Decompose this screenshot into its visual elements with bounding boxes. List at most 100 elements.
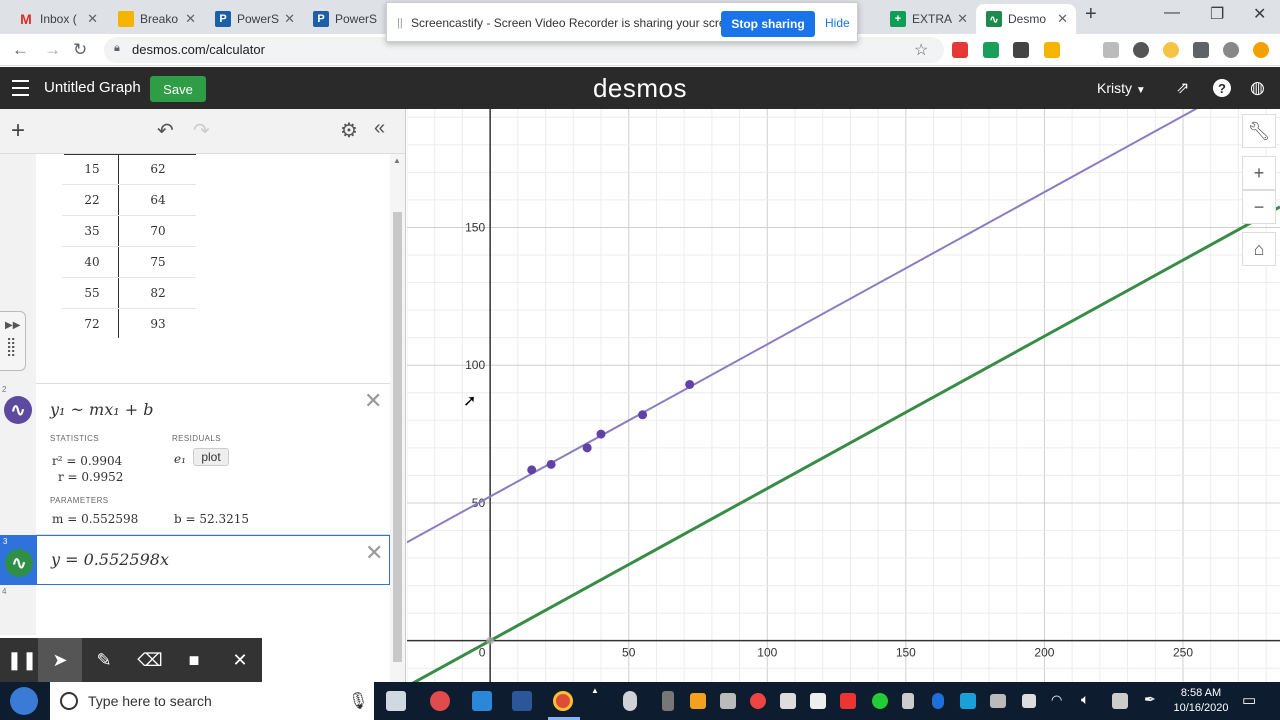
delete-expression-icon[interactable]: ✕	[364, 388, 382, 414]
user-menu[interactable]: Kristy ▼	[1097, 80, 1146, 96]
close-tab-icon[interactable]: ✕	[284, 11, 295, 27]
bluetooth-icon[interactable]	[932, 693, 944, 709]
scroll-up-icon[interactable]: ▲	[393, 156, 401, 165]
extension-icon[interactable]	[983, 42, 999, 58]
tray-app-icon[interactable]	[810, 693, 826, 709]
chevron-up-icon[interactable]: ▲	[591, 686, 599, 695]
tray-app-icon[interactable]	[872, 693, 888, 709]
profile-avatar-icon[interactable]	[1253, 42, 1269, 58]
line-color-icon[interactable]: ∿	[5, 549, 33, 577]
tray-app-icon[interactable]	[1112, 693, 1128, 709]
system-clock[interactable]: 8:58 AM 10/16/2020	[1170, 686, 1232, 716]
task-view-icon[interactable]	[386, 691, 406, 711]
tray-app-icon[interactable]	[690, 693, 706, 709]
table-cell-y[interactable]: 70	[128, 224, 188, 238]
tray-mic-icon[interactable]	[662, 691, 674, 711]
extension-screencastify-icon[interactable]	[952, 42, 968, 58]
extension-grid-icon[interactable]	[1013, 42, 1029, 58]
delete-expression-icon[interactable]: ✕	[365, 540, 383, 566]
browser-tab-desmos[interactable]: ∿ Desmo ✕	[976, 4, 1076, 34]
tray-chrome-icon[interactable]	[750, 693, 766, 709]
reload-icon[interactable]: ↻	[73, 40, 87, 60]
pen-tool-icon[interactable]: ✎	[82, 638, 126, 682]
help-icon[interactable]: ?	[1213, 79, 1231, 97]
drag-handle-icon[interactable]: ||	[397, 17, 403, 29]
table-cell-x[interactable]: 40	[62, 255, 122, 269]
table-cell-y[interactable]: 64	[128, 193, 188, 207]
line-formula-input[interactable]: y = 0.552598x	[51, 550, 169, 569]
keypad-toggle[interactable]: ▶▶ ⠿ ⠿	[0, 311, 26, 371]
close-tab-icon[interactable]: ✕	[87, 11, 98, 27]
people-icon[interactable]	[623, 691, 637, 711]
add-item-icon[interactable]: +	[11, 117, 25, 145]
start-button-icon[interactable]	[10, 687, 38, 715]
volume-icon[interactable]: 🔈︎	[1081, 691, 1089, 708]
forward-icon[interactable]: →	[44, 40, 61, 60]
tray-app-icon[interactable]	[960, 693, 976, 709]
close-tab-icon[interactable]: ✕	[1057, 11, 1068, 27]
tray-app-icon[interactable]	[902, 693, 914, 709]
tray-app-icon[interactable]	[840, 693, 856, 709]
extension-hand-icon[interactable]	[1044, 42, 1060, 58]
taskbar-search-box[interactable]: Type here to search 🎙︎	[50, 682, 374, 720]
tray-app-icon[interactable]	[990, 694, 1006, 708]
expression-scrollbar[interactable]: ▲	[390, 154, 405, 682]
table-cell-x[interactable]: 15	[62, 162, 122, 176]
graph-settings-wrench-icon[interactable]: 🔧︎	[1242, 114, 1276, 148]
extension-icon[interactable]	[1223, 42, 1239, 58]
redo-icon[interactable]: ↷	[193, 118, 210, 143]
table-expression[interactable]: 15 62 22 64 35 70 40 75 55 82 72 93	[0, 154, 390, 384]
collapse-panel-icon[interactable]: «	[374, 117, 385, 140]
undo-icon[interactable]: ↶	[157, 118, 174, 143]
extensions-puzzle-icon[interactable]	[1193, 42, 1209, 58]
table-cell-x[interactable]: 35	[62, 224, 122, 238]
hide-button[interactable]: Hide	[825, 16, 850, 30]
tray-app-icon[interactable]	[1022, 694, 1036, 708]
scrollbar-thumb[interactable]	[393, 212, 402, 662]
minimize-button[interactable]: —	[1164, 4, 1180, 22]
close-toolbar-icon[interactable]: ✕	[218, 638, 262, 682]
close-window-button[interactable]: ✕	[1253, 4, 1266, 24]
maximize-button[interactable]: ❐	[1210, 4, 1224, 24]
table-cell-y[interactable]: 75	[128, 255, 188, 269]
notifications-icon[interactable]: ▭	[1242, 691, 1256, 709]
browser-tab-powerschool-2[interactable]: P PowerS	[303, 4, 387, 34]
pen-workspace-icon[interactable]: ✒	[1144, 691, 1156, 708]
microphone-icon[interactable]: 🎙︎	[348, 691, 368, 711]
home-zoom-icon[interactable]: ⌂	[1242, 232, 1276, 266]
close-tab-icon[interactable]: ✕	[185, 11, 196, 27]
close-tab-icon[interactable]: ✕	[957, 11, 968, 27]
table-cell-y[interactable]: 93	[128, 317, 188, 331]
regression-formula[interactable]: y₁ ~ mx₁ + b	[50, 400, 153, 419]
line-expression[interactable]: 3 ∿ y = 0.552598x ✕	[0, 535, 390, 585]
word-icon[interactable]	[512, 691, 532, 711]
tray-app-icon[interactable]	[720, 693, 736, 709]
globe-icon[interactable]: ◍	[1250, 78, 1265, 98]
regression-expression[interactable]: 2 ∿ y₁ ~ mx₁ + b ✕ STATISTICS r² = 0.990…	[0, 384, 390, 535]
webcam-icon[interactable]: ■	[172, 638, 216, 682]
browser-tab-breakout[interactable]: Breako ✕	[108, 4, 204, 34]
table-cell-y[interactable]: 82	[128, 286, 188, 300]
table-cell-x[interactable]: 72	[62, 317, 122, 331]
tray-app-icon[interactable]	[780, 693, 796, 709]
cursor-tool-icon[interactable]: ➤	[38, 638, 82, 682]
table-cell-x[interactable]: 55	[62, 286, 122, 300]
extension-shield-icon[interactable]	[1133, 42, 1149, 58]
chrome-icon[interactable]	[553, 691, 573, 711]
browser-tab-gmail[interactable]: M Inbox ( ✕	[8, 4, 106, 34]
back-icon[interactable]: ←	[12, 40, 29, 60]
eraser-tool-icon[interactable]: ⌫	[128, 638, 172, 682]
notepad-icon[interactable]	[472, 691, 492, 711]
extension-icon[interactable]	[1103, 42, 1119, 58]
browser-tab-extra[interactable]: + EXTRA ✕	[880, 4, 976, 34]
stop-sharing-button[interactable]: Stop sharing	[721, 11, 815, 37]
browser-tab-powerschool-1[interactable]: P PowerS ✕	[205, 4, 303, 34]
table-cell-x[interactable]: 22	[62, 193, 122, 207]
new-tab-button[interactable]: +	[1085, 3, 1097, 26]
wifi-icon[interactable]: ◠	[1051, 692, 1062, 708]
taskbar-app-icon[interactable]	[430, 691, 450, 711]
zoom-in-icon[interactable]: +	[1242, 156, 1276, 190]
gear-icon[interactable]: ⚙	[340, 118, 358, 143]
table-cell-y[interactable]: 62	[128, 162, 188, 176]
empty-expression[interactable]: 4	[0, 585, 390, 635]
